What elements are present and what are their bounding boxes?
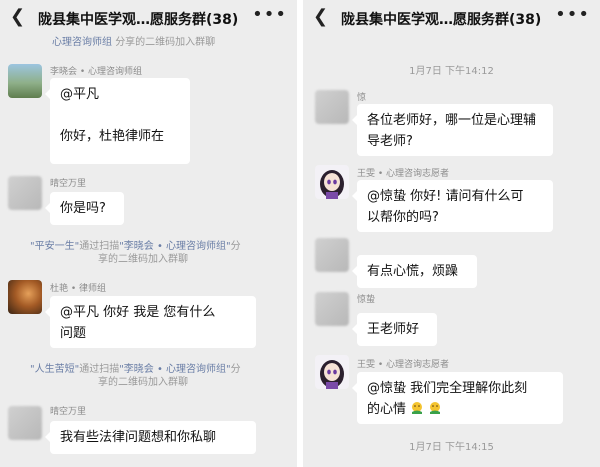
message-line: 的心情: [367, 402, 407, 417]
avatar[interactable]: [8, 176, 42, 210]
message-line: 王老师好: [367, 322, 420, 337]
message-line: 有点心慌，烦躁: [367, 264, 459, 279]
hug-emoji-icon: [430, 402, 441, 414]
message-bubble[interactable]: @惊蛰 你好! 请问有什么可 以帮你的吗?: [352, 180, 553, 232]
more-dots-icon[interactable]: •••: [252, 6, 287, 24]
left-chat-window: ❮ 陇县集中医学观…愿服务群(38) ••• 心理咨询师组 分享的二维码加入群聊…: [0, 0, 297, 467]
message-line: 问题: [60, 326, 87, 341]
message-bubble[interactable]: 王老师好: [352, 313, 437, 346]
message-bubble[interactable]: 你是吗?: [45, 192, 124, 225]
avatar[interactable]: [315, 165, 349, 199]
message-line-with-emoji: 的心情: [367, 399, 553, 420]
message-line: 导老师?: [367, 134, 413, 149]
message-line: 我有些法律问题想和你私聊: [60, 430, 217, 445]
timestamp: 1月7日 下午14:12: [409, 66, 494, 77]
message-line: @惊蛰 你好! 请问有什么可: [367, 189, 524, 204]
chat-header: ❮ 陇县集中医学观…愿服务群(38) •••: [303, 0, 600, 34]
message-line: @平凡 你好 我是 您有什么: [60, 305, 216, 320]
sender-name: 晴空万里: [50, 407, 87, 417]
avatar[interactable]: [315, 238, 349, 272]
message-bubble[interactable]: @平凡 你好 我是 您有什么 问题: [45, 296, 256, 348]
more-dots-icon[interactable]: •••: [555, 6, 590, 24]
sender-name: 惊: [357, 93, 367, 103]
join-notice-via: 通过扫描: [79, 364, 120, 375]
join-notice-tail: 分: [230, 364, 241, 375]
message-bubble[interactable]: 有点心慌，烦躁: [352, 255, 477, 288]
join-notice-line2: 享的二维码加入群聊: [98, 254, 188, 265]
right-chat-window: ❮ 陇县集中医学观…愿服务群(38) ••• 1月7日 下午14:12 惊 各位…: [303, 0, 600, 467]
join-notice-inviter: "李晓会 • 心理咨询师组": [119, 364, 231, 375]
message-bubble[interactable]: 各位老师好，哪一位是心理辅 导老师?: [352, 104, 553, 156]
sender-name: 晴空万里: [50, 179, 87, 189]
avatar[interactable]: [315, 355, 349, 389]
chat-title: 陇县集中医学观…愿服务群(38): [38, 12, 239, 28]
sender-name: 王雯 • 心理咨询志愿者: [357, 360, 450, 370]
avatar[interactable]: [315, 292, 349, 326]
join-notice: "平安一生"通过扫描"李晓会 • 心理咨询师组"分: [30, 240, 241, 253]
join-notice-inviter: "李晓会 • 心理咨询师组": [119, 241, 231, 252]
avatar[interactable]: [315, 90, 349, 124]
system-notice: 心理咨询师组 分享的二维码加入群聊: [52, 36, 215, 49]
message-line: 以帮你的吗?: [367, 210, 439, 225]
join-notice-tail: 分: [230, 241, 241, 252]
message-line: 各位老师好，哪一位是心理辅: [367, 113, 537, 128]
message-line: 你是吗?: [60, 201, 106, 216]
screenshot-composite: ❮ 陇县集中医学观…愿服务群(38) ••• 心理咨询师组 分享的二维码加入群聊…: [0, 0, 600, 467]
timestamp: 1月7日 下午14:15: [409, 442, 494, 453]
avatar[interactable]: [8, 280, 42, 314]
sender-name: 惊蛰: [357, 295, 376, 305]
hug-emoji-icon: [412, 402, 423, 414]
message-line: @惊蛰 我们完全理解你此刻: [367, 381, 528, 396]
message-line: 你好，杜艳律师在: [60, 129, 165, 144]
notice-text: 分享的二维码加入群聊: [115, 37, 216, 48]
avatar[interactable]: [8, 64, 42, 98]
join-notice-via: 通过扫描: [79, 241, 120, 252]
anime-girl-avatar-icon: [320, 170, 344, 199]
sender-name: 李晓会 • 心理咨询师组: [50, 67, 143, 77]
sender-name: 王雯 • 心理咨询志愿者: [357, 169, 450, 179]
message-bubble[interactable]: @惊蛰 我们完全理解你此刻 的心情: [352, 372, 563, 424]
avatar[interactable]: [8, 406, 42, 440]
anime-girl-avatar-icon: [320, 360, 344, 389]
notice-highlight: 心理咨询师组: [52, 37, 112, 48]
join-notice-name: "平安一生": [30, 241, 80, 252]
join-notice: "人生苦短"通过扫描"李晓会 • 心理咨询师组"分: [30, 363, 241, 376]
chat-header: ❮ 陇县集中医学观…愿服务群(38) •••: [0, 0, 297, 34]
message-line: [60, 105, 180, 126]
join-notice-line2: 享的二维码加入群聊: [98, 377, 188, 388]
message-bubble[interactable]: 我有些法律问题想和你私聊: [45, 421, 256, 454]
back-chevron-icon[interactable]: ❮: [10, 8, 25, 26]
message-bubble[interactable]: @平凡 你好，杜艳律师在: [45, 78, 190, 164]
message-line: @平凡: [60, 87, 100, 102]
chat-title: 陇县集中医学观…愿服务群(38): [341, 12, 542, 28]
join-notice-name: "人生苦短": [30, 364, 80, 375]
sender-name: 杜艳 • 律师组: [50, 284, 107, 294]
back-chevron-icon[interactable]: ❮: [313, 8, 328, 26]
